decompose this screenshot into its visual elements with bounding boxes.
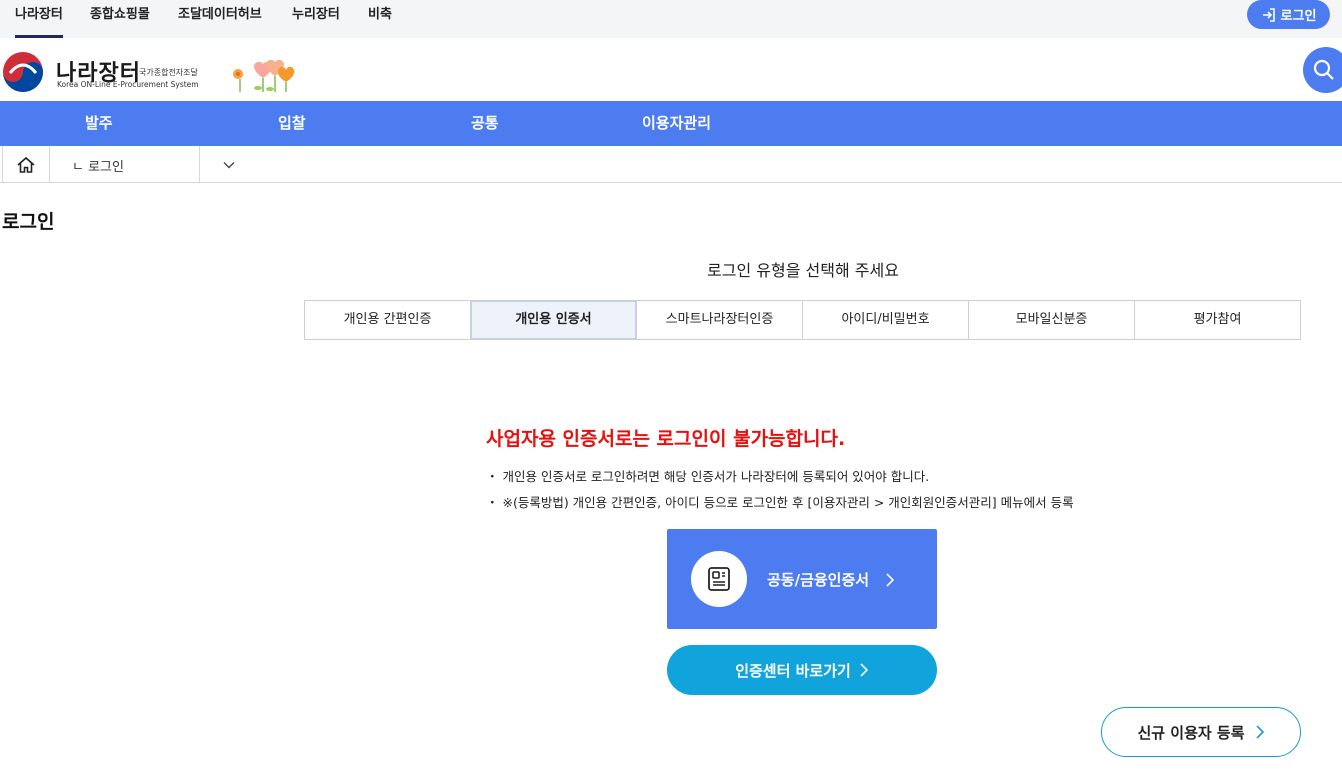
tab-personal-simple-auth[interactable]: 개인용 간편인증	[305, 301, 471, 339]
top-link-shopping-mall[interactable]: 종합쇼핑몰	[90, 0, 150, 38]
joint-financial-cert-button[interactable]: 공동/금융인증서	[667, 529, 937, 629]
top-login-label: 로그인	[1280, 9, 1317, 24]
cert-center-label: 인증센터 바로가기	[735, 661, 851, 680]
breadcrumb: ㄴ 로그인	[0, 146, 1342, 183]
tab-evaluation-participation[interactable]: 평가참여	[1135, 301, 1300, 339]
home-icon	[17, 156, 35, 173]
top-link-nurijangteo[interactable]: 누리장터	[292, 0, 340, 38]
nav-item-common[interactable]: 공통	[471, 101, 499, 146]
cert-center-button[interactable]: 인증센터 바로가기	[667, 645, 937, 695]
logo-subtitle-korean: 국가종합전자조달	[139, 68, 198, 77]
nav-item-bidding[interactable]: 입찰	[278, 101, 306, 146]
chevron-down-icon	[223, 162, 235, 169]
top-link-stockpile[interactable]: 비축	[368, 0, 392, 38]
chevron-right-icon	[860, 663, 868, 677]
login-type-prompt: 로그인 유형을 선택해 주세요	[707, 261, 899, 280]
business-cert-warning: 사업자용 인증서로는 로그인이 불가능합니다.	[486, 428, 846, 450]
nav-item-order[interactable]: 발주	[85, 101, 113, 146]
breadcrumb-home-button[interactable]	[2, 146, 50, 183]
new-user-register-button[interactable]: 신규 이용자 등록	[1101, 707, 1301, 757]
tab-smart-narajangteo-auth[interactable]: 스마트나라장터인증	[637, 301, 803, 339]
chevron-right-icon	[1255, 725, 1264, 739]
main-navigation: 발주 입찰 공통 이용자관리	[0, 101, 1342, 146]
top-login-button[interactable]: 로그인	[1247, 0, 1330, 29]
tab-mobile-id[interactable]: 모바일신분증	[969, 301, 1135, 339]
top-utility-bar: 나라장터 종합쇼핑몰 조달데이터허브 누리장터 비축 로그인	[0, 0, 1342, 38]
taegeuk-emblem-icon[interactable]	[2, 51, 44, 93]
breadcrumb-dropdown[interactable]: ㄴ 로그인	[50, 146, 235, 183]
top-link-data-hub[interactable]: 조달데이터허브	[178, 0, 262, 38]
certificate-icon-circle	[691, 551, 747, 607]
joint-financial-cert-label: 공동/금융인증서	[767, 571, 870, 589]
page-title: 로그인	[2, 211, 55, 233]
login-icon	[1262, 7, 1275, 22]
new-user-register-label: 신규 이용자 등록	[1137, 723, 1245, 742]
tab-personal-certificate[interactable]: 개인용 인증서	[471, 301, 637, 339]
site-header: 나라장터 국가종합전자조달 Korea ON-Line E-Procuremen…	[0, 38, 1342, 101]
cert-registration-note: ・ 개인용 인증서로 로그인하려면 해당 인증서가 나라장터에 등록되어 있어야…	[486, 469, 930, 484]
breadcrumb-current: ㄴ 로그인	[72, 160, 124, 175]
search-icon	[1313, 59, 1334, 80]
nav-item-user-management[interactable]: 이용자관리	[642, 101, 711, 146]
top-link-narajangteo[interactable]: 나라장터	[15, 0, 63, 38]
search-button[interactable]	[1303, 47, 1342, 93]
registration-method-note: ・ ※(등록방법) 개인용 간편인증, 아이디 등으로 로그인한 후 [이용자관…	[486, 495, 1074, 510]
logo-subtitle-english: Korea ON-Line E-Procurement System	[57, 80, 199, 89]
flower-decoration-icon	[233, 59, 295, 92]
tab-id-password[interactable]: 아이디/비밀번호	[803, 301, 969, 339]
login-type-tabs: 개인용 간편인증 개인용 인증서 스마트나라장터인증 아이디/비밀번호 모바일신…	[304, 300, 1301, 340]
certificate-icon	[708, 567, 730, 591]
chevron-right-icon	[886, 573, 895, 587]
